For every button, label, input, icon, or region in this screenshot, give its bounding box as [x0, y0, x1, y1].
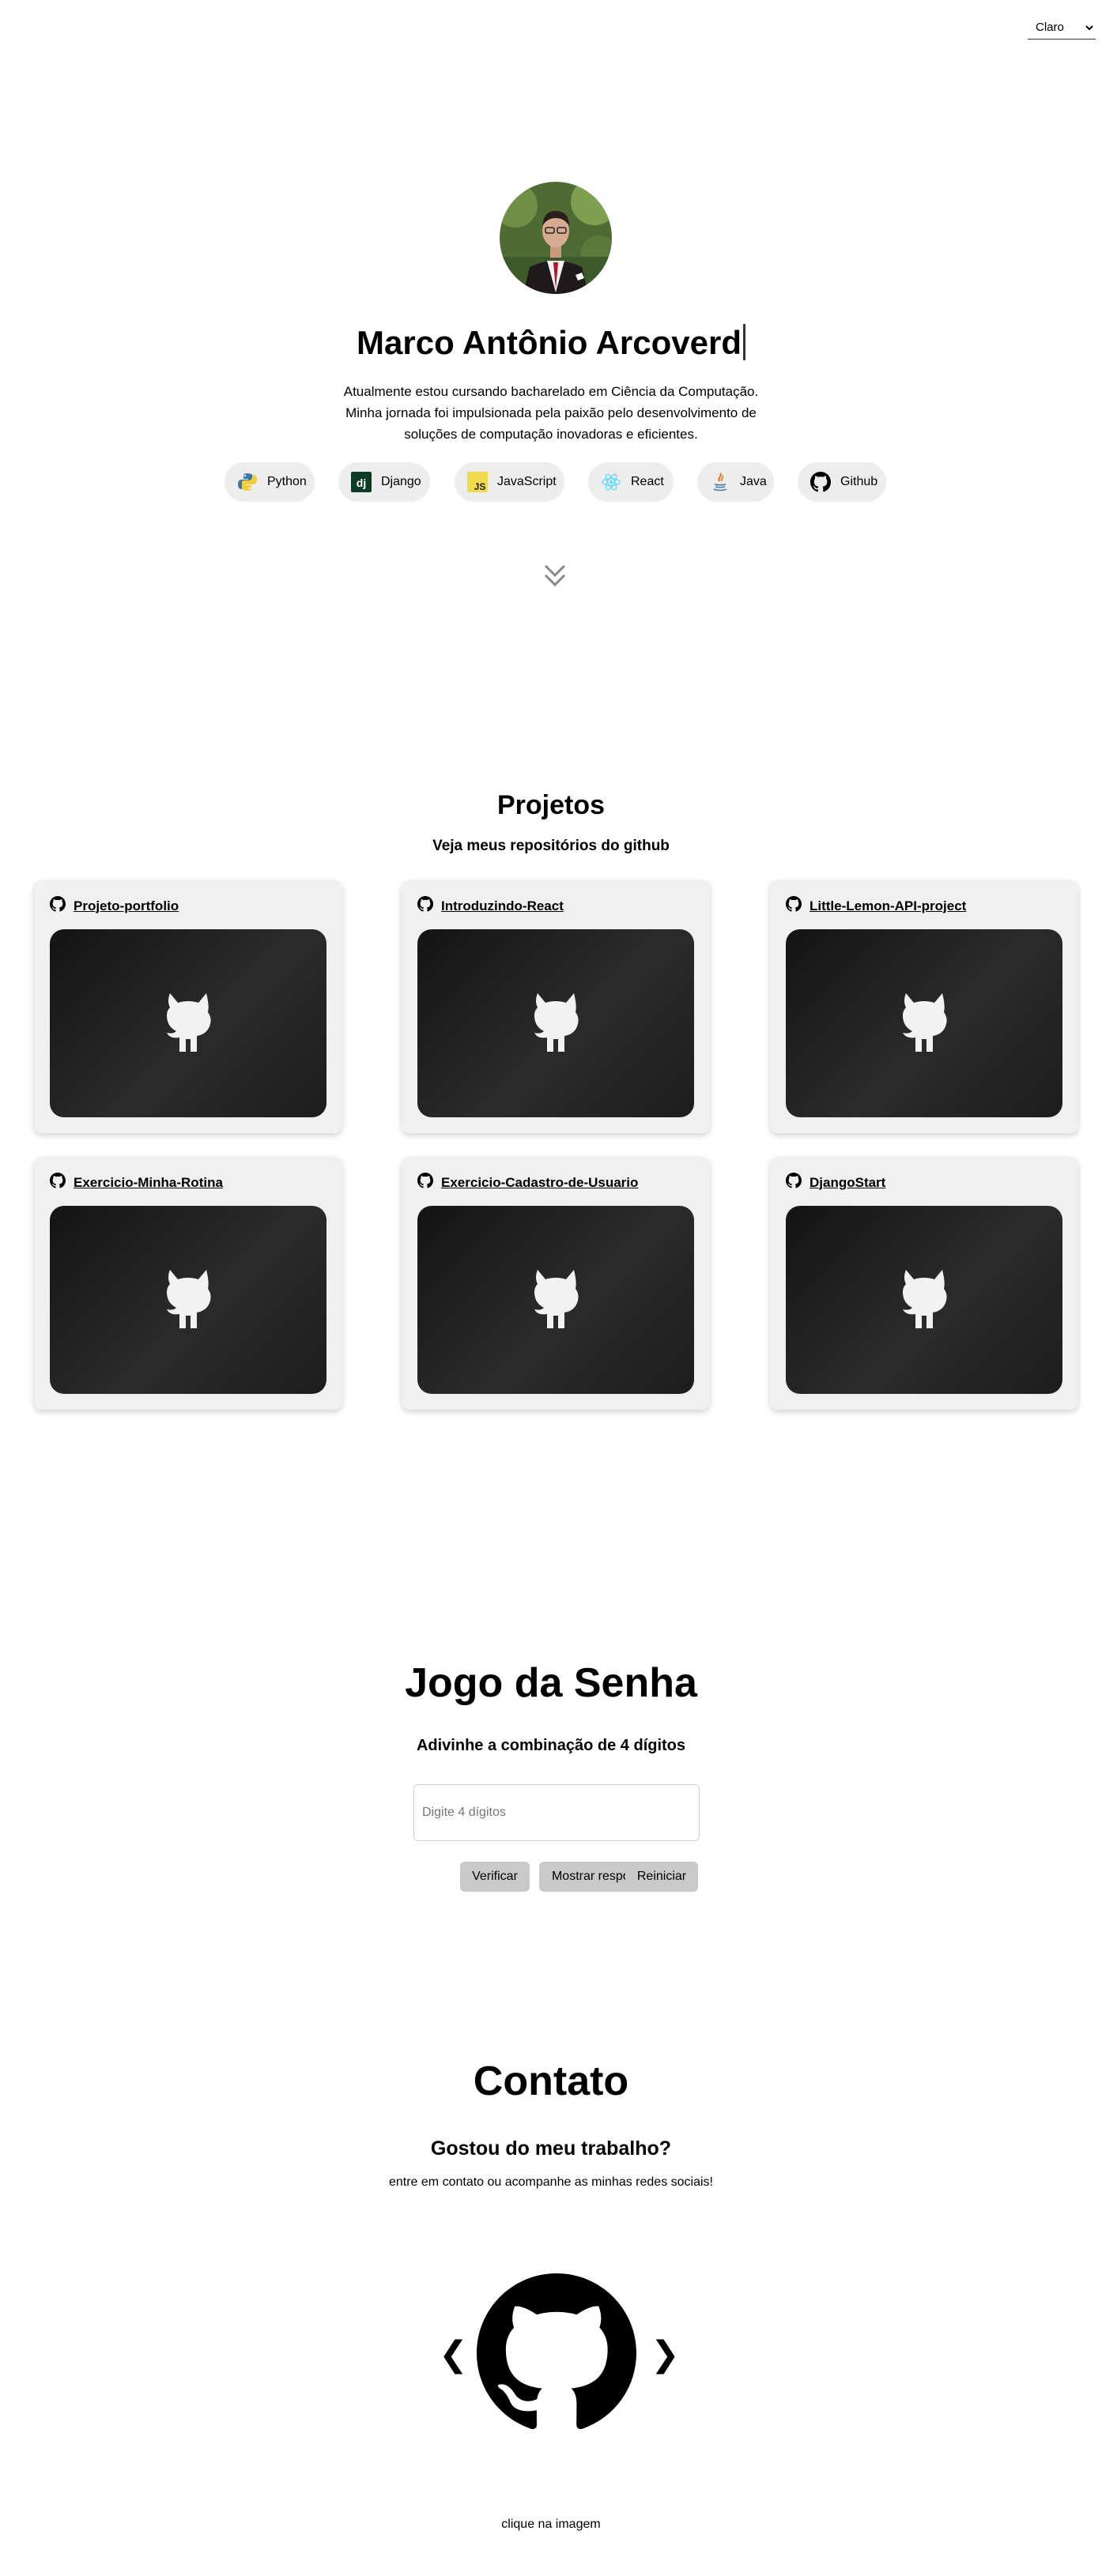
- project-card-header: Exercicio-Cadastro-de-Usuario: [417, 1173, 638, 1192]
- skill-label: Java: [740, 475, 767, 488]
- profile-bio: Atualmente estou cursando bacharelado em…: [343, 384, 759, 442]
- carousel-next-button[interactable]: ❯: [651, 2335, 680, 2375]
- project-link[interactable]: Exercicio-Minha-Rotina: [74, 1175, 223, 1191]
- project-preview-image[interactable]: [50, 929, 326, 1117]
- contact-subtitle: Gostou do meu trabalho?: [430, 2137, 672, 2160]
- profile-name: Marco Antônio Arcoverd: [0, 324, 1102, 362]
- react-icon: [601, 472, 621, 492]
- profile-name-text: Marco Antônio Arcoverd: [357, 324, 742, 361]
- github-icon: [810, 472, 831, 492]
- project-preview-image[interactable]: [417, 1206, 694, 1394]
- project-preview-image[interactable]: [786, 929, 1062, 1117]
- svg-text:dj: dj: [357, 476, 366, 489]
- github-icon: [50, 896, 66, 916]
- project-card[interactable]: Projeto-portfolio: [34, 880, 342, 1133]
- project-card-header: Little-Lemon-API-project: [786, 896, 966, 916]
- contact-text: entre em contato ou acompanhe as minhas …: [388, 2175, 713, 2189]
- project-link[interactable]: Little-Lemon-API-project: [810, 898, 966, 914]
- code-input[interactable]: [413, 1784, 700, 1841]
- project-link[interactable]: DjangoStart: [810, 1175, 885, 1191]
- contact-title: Contato: [473, 2058, 629, 2104]
- project-card[interactable]: DjangoStart: [770, 1157, 1078, 1410]
- octocat-icon: [898, 990, 950, 1057]
- project-card[interactable]: Exercicio-Cadastro-de-Usuario: [402, 1157, 710, 1410]
- skill-label: Github: [840, 475, 878, 488]
- project-preview-image[interactable]: [786, 1206, 1062, 1394]
- python-icon: [237, 472, 258, 492]
- github-icon: [417, 1173, 433, 1192]
- github-icon: [477, 2273, 636, 2436]
- skills-list: Python dj Django JS JavaScript React Jav…: [0, 462, 1102, 502]
- scroll-down-icon[interactable]: [542, 563, 568, 591]
- octocat-icon: [530, 990, 582, 1057]
- javascript-icon: JS: [467, 472, 488, 492]
- projects-subtitle: Veja meus repositórios do github: [432, 838, 670, 854]
- octocat-icon: [530, 1267, 582, 1334]
- project-link[interactable]: Projeto-portfolio: [74, 898, 179, 914]
- project-card[interactable]: Exercicio-Minha-Rotina: [34, 1157, 342, 1410]
- skill-django[interactable]: dj Django: [338, 462, 430, 502]
- typing-caret: [742, 324, 745, 360]
- octocat-icon: [162, 990, 214, 1057]
- project-link[interactable]: Exercicio-Cadastro-de-Usuario: [441, 1175, 638, 1191]
- project-card-header: Introduzindo-React: [417, 896, 564, 916]
- skill-label: React: [631, 475, 664, 488]
- project-card-header: Projeto-portfolio: [50, 896, 179, 916]
- skill-label: JavaScript: [497, 475, 557, 488]
- skill-python[interactable]: Python: [225, 462, 315, 502]
- octocat-icon: [898, 1267, 950, 1334]
- skill-java[interactable]: Java: [697, 462, 774, 502]
- skill-label: Python: [267, 475, 307, 488]
- project-card-header: DjangoStart: [786, 1173, 885, 1192]
- skill-label: Django: [381, 475, 421, 488]
- skill-react[interactable]: React: [588, 462, 674, 502]
- profile-avatar: [500, 182, 612, 294]
- svg-text:JS: JS: [474, 481, 486, 492]
- skill-javascript[interactable]: JS JavaScript: [455, 462, 564, 502]
- github-icon: [786, 896, 802, 916]
- verify-button[interactable]: Verificar: [460, 1862, 530, 1892]
- carousel-prev-button[interactable]: ❮: [439, 2335, 468, 2375]
- image-hint: clique na imagem: [501, 2518, 601, 2531]
- social-github-link[interactable]: [477, 2273, 636, 2433]
- django-icon: dj: [351, 472, 372, 492]
- game-subtitle: Adivinhe a combinação de 4 dígitos: [416, 1737, 686, 1754]
- projects-title: Projetos: [496, 790, 606, 820]
- github-icon: [50, 1173, 66, 1192]
- project-link[interactable]: Introduzindo-React: [441, 898, 564, 914]
- project-card-header: Exercicio-Minha-Rotina: [50, 1173, 223, 1192]
- theme-select[interactable]: Claro: [1028, 16, 1096, 40]
- project-card[interactable]: Little-Lemon-API-project: [770, 880, 1078, 1133]
- skill-github[interactable]: Github: [798, 462, 886, 502]
- github-icon: [417, 896, 433, 916]
- reset-button[interactable]: Reiniciar: [625, 1862, 698, 1892]
- github-icon: [786, 1173, 802, 1192]
- project-preview-image[interactable]: [417, 929, 694, 1117]
- octocat-icon: [162, 1267, 214, 1334]
- project-card[interactable]: Introduzindo-React: [402, 880, 710, 1133]
- java-icon: [710, 472, 730, 492]
- game-title: Jogo da Senha: [405, 1660, 697, 1706]
- project-preview-image[interactable]: [50, 1206, 326, 1394]
